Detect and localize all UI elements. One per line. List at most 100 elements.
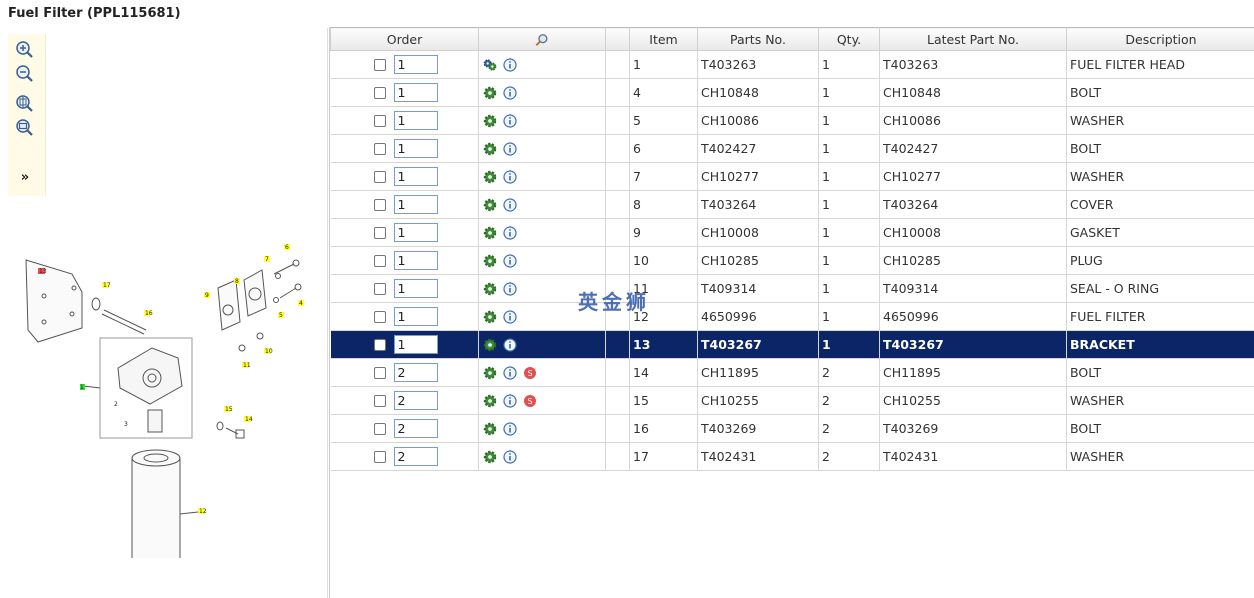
item-cell: 1	[629, 50, 698, 79]
table-row[interactable]: S15CH102552CH10255WASHER	[330, 386, 1254, 415]
order-checkbox[interactable]	[373, 282, 386, 295]
table-row[interactable]: 8T4032641T403264COVER	[330, 190, 1254, 219]
info-icon[interactable]	[503, 310, 517, 324]
order-checkbox[interactable]	[373, 338, 386, 351]
header-description[interactable]: Description	[1066, 27, 1254, 51]
gear-icon[interactable]	[483, 366, 497, 380]
s-badge-icon[interactable]: S	[523, 366, 537, 380]
table-row[interactable]: 11T4093141T409314SEAL - O RING	[330, 274, 1254, 303]
table-row[interactable]: 16T4032692T403269BOLT	[330, 414, 1254, 443]
info-icon[interactable]	[503, 170, 517, 184]
zoom-out-icon[interactable]	[15, 64, 35, 84]
info-icon[interactable]	[503, 114, 517, 128]
gear-icon[interactable]	[483, 338, 497, 352]
gear-icon[interactable]	[483, 114, 497, 128]
header-item[interactable]: Item	[629, 27, 698, 51]
order-qty-input[interactable]	[393, 251, 438, 270]
zoom-fit-icon[interactable]	[15, 118, 35, 138]
search-icon[interactable]	[535, 33, 549, 47]
gear-icon[interactable]	[483, 142, 497, 156]
order-checkbox[interactable]	[373, 450, 386, 463]
gear-icon[interactable]	[483, 394, 497, 408]
table-row[interactable]: 12465099614650996FUEL FILTER	[330, 302, 1254, 331]
latest-part-no-cell: CH10008	[879, 218, 1067, 247]
table-row[interactable]: 5CH100861CH10086WASHER	[330, 106, 1254, 135]
description-cell: WASHER	[1066, 386, 1254, 415]
order-qty-input[interactable]	[393, 223, 438, 242]
order-checkbox[interactable]	[373, 310, 386, 323]
order-qty-input[interactable]	[393, 335, 438, 354]
order-checkbox[interactable]	[373, 198, 386, 211]
s-badge-icon[interactable]: S	[523, 394, 537, 408]
order-qty-input[interactable]	[393, 83, 438, 102]
table-row[interactable]: 6T4024271T402427BOLT	[330, 134, 1254, 163]
order-checkbox[interactable]	[373, 86, 386, 99]
info-icon[interactable]	[503, 422, 517, 436]
info-icon[interactable]	[503, 450, 517, 464]
table-row[interactable]: 13T4032671T403267BRACKET	[330, 330, 1254, 359]
gear-icon[interactable]	[483, 170, 497, 184]
table-row[interactable]: 10CH102851CH10285PLUG	[330, 246, 1254, 275]
order-qty-input[interactable]	[393, 167, 438, 186]
expand-toolbar-button[interactable]: »	[15, 168, 35, 188]
order-checkbox[interactable]	[373, 254, 386, 267]
gear-icon[interactable]	[483, 226, 497, 240]
order-qty-input[interactable]	[393, 139, 438, 158]
info-icon[interactable]	[503, 142, 517, 156]
latest-part-no-cell: 4650996	[879, 302, 1067, 331]
table-row[interactable]: 17T4024312T402431WASHER	[330, 442, 1254, 471]
order-checkbox[interactable]	[373, 394, 386, 407]
info-icon[interactable]	[503, 338, 517, 352]
order-checkbox[interactable]	[373, 170, 386, 183]
gear-icon[interactable]	[483, 86, 497, 100]
info-icon[interactable]	[503, 254, 517, 268]
table-row[interactable]: 9CH100081CH10008GASKET	[330, 218, 1254, 247]
order-qty-input[interactable]	[393, 195, 438, 214]
order-qty-input[interactable]	[393, 391, 438, 410]
order-checkbox[interactable]	[373, 142, 386, 155]
info-icon[interactable]	[503, 366, 517, 380]
order-checkbox[interactable]	[373, 58, 386, 71]
zoom-area-icon[interactable]	[15, 94, 35, 114]
header-latest-part-no[interactable]: Latest Part No.	[879, 27, 1067, 51]
gear-icon[interactable]	[483, 450, 497, 464]
gear-icon[interactable]	[483, 198, 497, 212]
info-icon[interactable]	[503, 394, 517, 408]
description-cell: COVER	[1066, 190, 1254, 219]
order-checkbox[interactable]	[373, 366, 386, 379]
order-qty-input[interactable]	[393, 307, 438, 326]
header-order[interactable]: Order	[330, 27, 479, 51]
order-qty-input[interactable]	[393, 447, 438, 466]
info-icon[interactable]	[503, 86, 517, 100]
order-checkbox[interactable]	[373, 114, 386, 127]
parts-no-cell: CH11895	[697, 358, 819, 387]
gear-icon[interactable]	[483, 422, 497, 436]
info-icon[interactable]	[503, 226, 517, 240]
info-icon[interactable]	[503, 282, 517, 296]
order-qty-input[interactable]	[393, 55, 438, 74]
order-qty-input[interactable]	[393, 363, 438, 382]
order-qty-input[interactable]	[393, 419, 438, 438]
gear-icon[interactable]	[483, 310, 497, 324]
blank-cell	[605, 106, 630, 135]
header-qty[interactable]: Qty.	[818, 27, 880, 51]
info-icon[interactable]	[503, 198, 517, 212]
table-row[interactable]: S14CH118952CH11895BOLT	[330, 358, 1254, 387]
gear-icon[interactable]	[483, 58, 497, 72]
table-row[interactable]: 4CH108481CH10848BOLT	[330, 78, 1254, 107]
table-row[interactable]: 1T4032631T403263FUEL FILTER HEAD	[330, 50, 1254, 79]
info-icon[interactable]	[503, 58, 517, 72]
order-checkbox[interactable]	[373, 422, 386, 435]
zoom-in-icon[interactable]	[15, 40, 35, 60]
header-parts-no[interactable]: Parts No.	[697, 27, 819, 51]
order-qty-input[interactable]	[393, 111, 438, 130]
table-row[interactable]: 7CH102771CH10277WASHER	[330, 162, 1254, 191]
order-qty-input[interactable]	[393, 279, 438, 298]
order-checkbox[interactable]	[373, 226, 386, 239]
svg-text:3: 3	[124, 421, 128, 428]
header-search[interactable]	[478, 27, 606, 51]
gear-icon[interactable]	[483, 282, 497, 296]
gear-icon[interactable]	[483, 254, 497, 268]
item-cell: 17	[629, 442, 698, 471]
latest-part-no-cell: T402431	[879, 442, 1067, 471]
